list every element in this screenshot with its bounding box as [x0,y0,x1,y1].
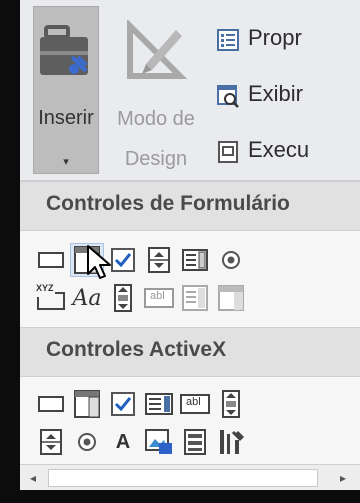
more-controls-tools-icon [220,430,245,454]
ruler-pencil-icon [127,20,188,79]
activex-label-control[interactable]: A [106,425,140,459]
radio-button-icon [222,251,240,269]
form-textfield-control[interactable]: abl [142,281,176,315]
form-combo-list-control[interactable] [178,281,212,315]
view-code-icon [217,85,239,108]
properties-icon [217,29,239,51]
run-dialog-icon [218,141,238,163]
panel-horizontal-scrollbar[interactable]: ◂ ▸ [20,464,360,491]
scrollbar-icon [222,390,240,418]
activex-scrollbar-control[interactable] [214,387,248,421]
properties-button[interactable]: Propr [210,24,360,56]
scroll-right-icon[interactable]: ▸ [332,467,354,489]
label-glyph: Aa [72,285,102,311]
activex-checkbox-control[interactable] [106,387,140,421]
activex-controls-header-label: Controles ActiveX [46,338,227,361]
developer-ribbon: Inserir ▾ Modo de Design Propr Exibir Ex… [20,0,360,180]
activex-option-button-control[interactable] [70,425,104,459]
scrollbar-icon [114,284,132,312]
form-controls-row-1 [34,243,354,277]
combo-dropdown-icon [218,285,244,311]
view-code-label: Exibir [248,81,304,106]
activex-command-button-control[interactable] [34,387,68,421]
image-icon [145,429,172,454]
toolbox-icon [40,25,88,75]
text-box-glyph: abl [186,396,201,408]
activex-controls-row-1: abl [34,387,354,421]
checkbox-icon [111,392,135,416]
mouse-cursor-icon [87,245,111,279]
form-scrollbar-control[interactable] [106,281,140,315]
insert-controls-dropdown: Controles de Formulário XYZ Aa abl Contr… [20,180,360,491]
button-icon [38,252,64,268]
activex-combobox-control[interactable] [70,387,104,421]
design-mode-button[interactable]: Modo de Design [106,6,206,174]
form-spin-button-control[interactable] [142,243,176,277]
toggle-button-icon [184,429,206,455]
form-option-button-control[interactable] [214,243,248,277]
spin-button-icon [148,247,170,273]
chevron-down-icon: ▾ [63,156,69,168]
insert-controls-button[interactable]: Inserir ▾ [33,6,99,174]
run-dialog-button[interactable]: Execu [210,136,360,168]
radio-button-icon [78,433,96,451]
activex-textbox-control[interactable]: abl [178,387,212,421]
form-label-control[interactable]: Aa [70,281,104,315]
listbox-icon [182,249,208,271]
activex-more-controls-control[interactable] [214,425,248,459]
combo-list-icon [182,285,208,311]
activex-image-control[interactable] [142,425,176,459]
scroll-left-icon[interactable]: ◂ [22,467,44,489]
bottom-frame [0,490,360,503]
design-mode-label-line2: Design [124,148,188,170]
checkbox-icon [111,248,135,272]
form-listbox-control[interactable] [178,243,212,277]
view-code-button[interactable]: Exibir [210,80,360,112]
activex-controls-row-2: A [34,425,354,459]
form-combo-dropdown-control[interactable] [214,281,248,315]
form-controls-header-label: Controles de Formulário [46,192,290,215]
activex-controls-header: Controles ActiveX [20,327,360,377]
groupbox-glyph: XYZ [36,283,54,293]
insert-label: Inserir [38,107,94,129]
left-frame [0,0,20,503]
run-dialog-label: Execu [248,137,310,162]
activex-listbox-control[interactable] [142,387,176,421]
form-button-control[interactable] [34,243,68,277]
form-controls-row-2: XYZ Aa abl [34,281,354,315]
scroll-track[interactable] [48,469,318,487]
text-field-glyph: abl [150,290,165,302]
design-mode-label-line1: Modo de [117,108,195,130]
listbox-icon [145,393,173,415]
form-controls-header: Controles de Formulário [20,181,360,231]
spin-button-icon [40,429,62,455]
activex-toggle-button-control[interactable] [178,425,212,459]
activex-spin-button-control[interactable] [34,425,68,459]
form-groupbox-control[interactable]: XYZ [34,281,68,315]
command-button-icon [38,396,64,412]
text-a-glyph: A [115,430,131,453]
properties-label: Propr [248,25,302,50]
combobox-icon [74,390,100,418]
